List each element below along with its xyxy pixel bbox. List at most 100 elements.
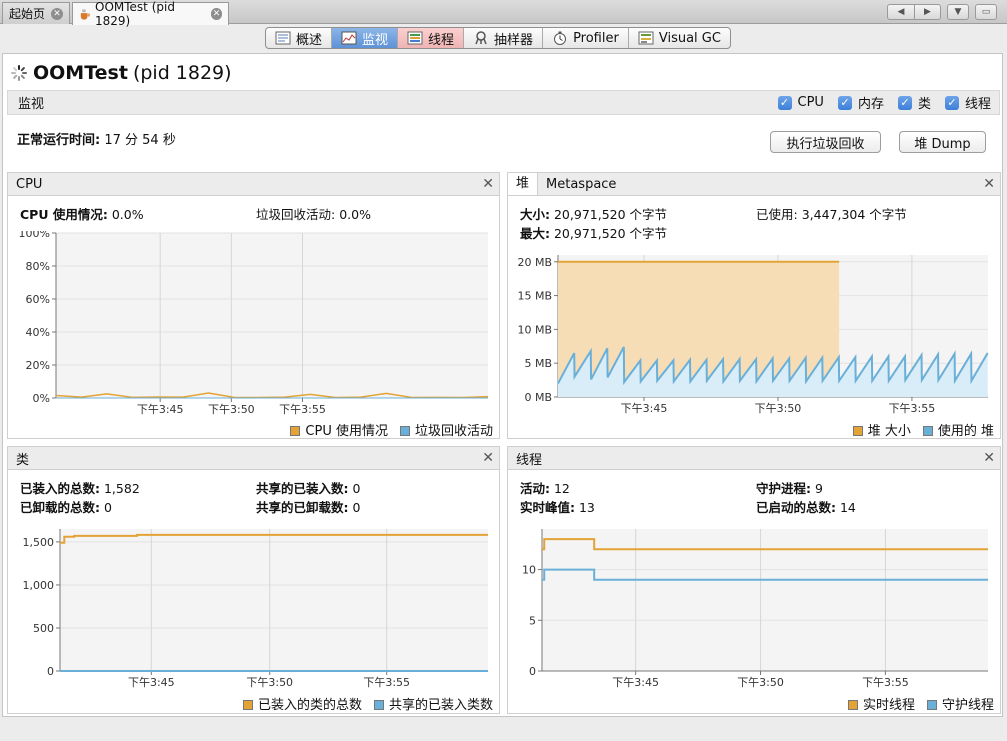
legend-label: 守护线程 [941,698,994,713]
stopwatch-icon [554,31,567,45]
cpu-stats: CPU 使用情况: 0.0% 垃圾回收活动: 0.0% [20,205,490,224]
tab-profiler-label: Profiler [573,30,619,46]
tab-overview-label: 概述 [296,32,323,48]
x-tick-label: 下午3:50 [246,676,293,689]
tab-visual-gc[interactable]: Visual GC [629,28,730,48]
tab-profiler[interactable]: Profiler [543,28,629,48]
tab-threads-label: 线程 [428,32,455,48]
checkmark-icon: ✓ [897,95,912,110]
y-tick-label: 1,000 [23,579,55,592]
close-icon[interactable]: ✕ [482,176,494,192]
tab-visual-gc-label: Visual GC [658,30,721,46]
y-tick-label: 1,500 [23,536,55,549]
stat-value: 0 [352,481,361,496]
legend-label: 实时线程 [862,698,915,713]
legend-swatch [399,426,410,436]
threads-legend: 实时线程 守护线程 [847,694,994,713]
monitor-header: 监视 ✓ CPU ✓ 内存 ✓ 类 ✓ 线程 [7,90,1000,115]
checkbox-label: 内存 [857,97,884,112]
tab-overview[interactable]: 概述 [266,28,333,48]
stat-value: 14 [839,500,856,515]
legend-label: 共享的已装入类数 [388,698,493,713]
view-tab-bar: 概述 监视 线程 抽样器 Profiler Visual GC [265,27,731,49]
tab-label: OOMTest (pid 1829) [95,0,175,28]
tab-sampler[interactable]: 抽样器 [464,28,544,48]
y-tick-label: 100% [19,231,50,240]
legend-item: 共享的已装入类数 [373,694,493,713]
tab-list-icon[interactable]: ▼ [948,5,968,19]
stat-label: 垃圾回收活动: [256,207,336,222]
x-tick-label: 下午3:45 [621,402,668,415]
tab-threads[interactable]: 线程 [398,28,465,48]
cpu-chart: 0% 20% 40% 60% 80% 100% 下午3:45 下午3:50 下午3:55 [19,231,489,415]
stat-label: 已装入的总数: [20,481,100,496]
plot-area [56,233,488,398]
cpu-panel: CPU ✕ CPU 使用情况: 0.0% 垃圾回收活动: 0.0% 0% 20% 40… [7,172,500,439]
x-tick-label: 下午3:55 [889,402,936,415]
y-tick-label: 0% [33,392,50,405]
tab-oomtest[interactable]: OOMTest (pid 1829) ✕ [72,0,229,28]
stat-label: 共享的已卸载数: [256,500,349,515]
legend-swatch [926,700,937,710]
legend-swatch [373,700,384,710]
close-icon[interactable]: ✕ [51,7,63,20]
close-icon[interactable]: ✕ [983,176,995,192]
y-tick-label: 5 MB [524,357,552,370]
tab-heap[interactable]: 堆 [508,173,539,195]
thread-stats: 活动: 12 实时峰值: 13 守护进程: 9 已启动的总数: 14 [520,479,990,517]
tab-metaspace[interactable]: Metaspace [538,177,624,192]
next-tab-icon[interactable]: ▶ [914,5,940,19]
close-icon[interactable]: ✕ [482,450,494,466]
checkbox-label: 线程 [964,97,991,112]
stat-label: 实时峰值: [520,500,575,515]
checkbox-memory[interactable]: ✓ 内存 [837,93,884,112]
prev-tab-icon[interactable]: ◀ [888,5,914,19]
threads-chart: 0 5 10 下午3:45 下午3:50 下午3:55 [522,529,988,689]
app-pid: (pid 1829) [132,62,232,84]
panel-title: CPU [16,176,43,192]
close-icon[interactable]: ✕ [210,8,222,20]
tab-monitor[interactable]: 监视 [332,28,399,48]
tab-sampler-label: 抽样器 [494,32,534,48]
classes-chart: 0 500 1,000 1,500 下午3:45 下午3:50 下午3:55 [23,529,488,689]
plot-area [542,529,988,671]
stat-value: 1,582 [103,481,140,496]
close-icon[interactable]: ✕ [983,450,995,466]
y-tick-label: 20% [26,359,50,372]
heap-dump-button[interactable]: 堆 Dump [899,131,986,153]
checkbox-cpu[interactable]: ✓ CPU [777,93,824,112]
heap-stats: 大小: 20,971,520 个字节 最大: 20,971,520 个字节 已使… [520,205,990,243]
y-tick-label: 10 MB [517,323,552,336]
y-tick-label: 80% [26,260,50,273]
legend-item: 已装入的类的总数 [242,694,362,713]
checkbox-label: CPU [797,95,824,110]
threads-icon [407,31,423,45]
coffee-cup-icon [80,8,90,20]
cpu-legend: CPU 使用情况 垃圾回收活动 [290,420,493,439]
perform-gc-button[interactable]: 执行垃圾回收 [770,131,881,153]
window-nav-buttons: ◀ ▶ ▼ ▭ [887,4,997,20]
checkbox-classes[interactable]: ✓ 类 [897,93,931,112]
legend-item: CPU 使用情况 [290,420,388,439]
heap-legend: 堆 大小 使用的 堆 [852,420,994,439]
panel-title: 类 [16,452,30,468]
tab-label: 起始页 [9,7,46,21]
legend-swatch [922,426,933,436]
tab-start-page[interactable]: 起始页 ✕ [2,2,70,24]
y-tick-label: 5 [529,614,536,627]
stat-label: 守护进程: [756,481,811,496]
maximize-icon[interactable]: ▭ [976,5,996,19]
stat-value: 0 [352,500,361,515]
x-tick-label: 下午3:45 [128,676,175,689]
x-tick-label: 下午3:50 [208,403,255,415]
plot-area [60,529,488,671]
stat-value: 20,971,520 个字节 [553,226,668,241]
x-tick-label: 下午3:45 [137,403,184,415]
document-tab-bar: 起始页 ✕ OOMTest (pid 1829) ✕ ◀ ▶ ▼ ▭ [0,0,1007,28]
stat-value: 20,971,520 个字节 [553,207,668,222]
classes-panel: 类 ✕ 已装入的总数: 1,582 已卸载的总数: 0 共享的已装入数: 0 共享… [7,446,500,714]
checkbox-threads[interactable]: ✓ 线程 [944,93,991,112]
legend-item: 垃圾回收活动 [399,420,493,439]
stat-value: 13 [578,500,595,515]
stat-label: 共享的已装入数: [256,481,349,496]
